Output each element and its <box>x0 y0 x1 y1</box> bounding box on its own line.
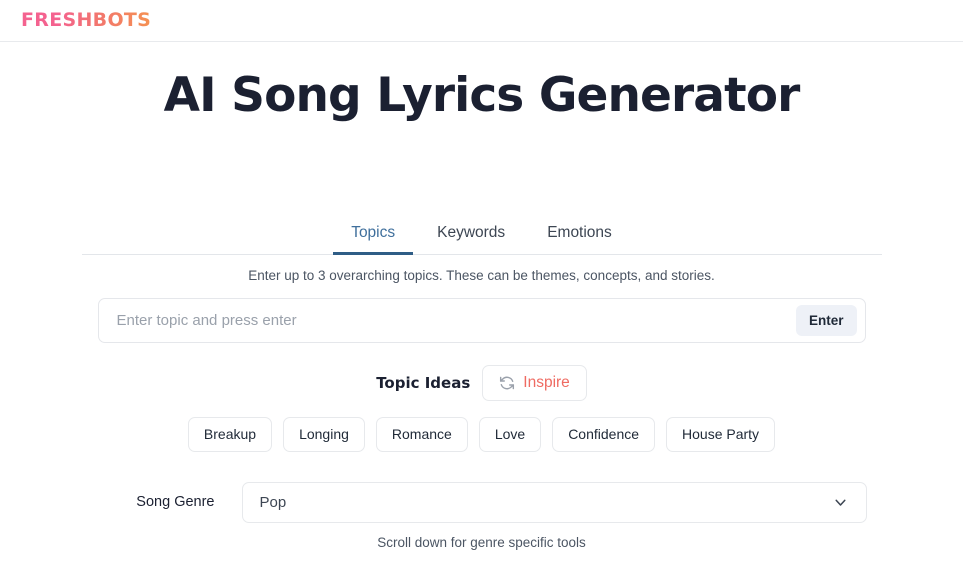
inspire-label: Inspire <box>523 373 570 391</box>
topic-chips-row: Breakup Longing Romance Love Confidence … <box>0 416 963 452</box>
topic-input[interactable] <box>98 298 796 342</box>
topic-ideas-row: Topic Ideas Inspire <box>0 364 963 401</box>
topic-chip-confidence[interactable]: Confidence <box>552 416 656 452</box>
enter-button[interactable]: Enter <box>795 304 857 336</box>
song-genre-label: Song Genre <box>136 494 215 511</box>
tab-bar: Topics Keywords Emotions <box>81 215 882 255</box>
freshbots-logo[interactable]: FRESHBOTS <box>21 11 151 30</box>
song-genre-value: Pop <box>259 493 287 511</box>
topic-chip-love[interactable]: Love <box>478 416 542 452</box>
tab-emotions[interactable]: Emotions <box>529 215 630 254</box>
topics-helper-text: Enter up to 3 overarching topics. These … <box>248 267 715 283</box>
topic-input-row: Enter <box>97 297 866 343</box>
refresh-icon <box>499 375 515 391</box>
page-title: AI Song Lyrics Generator <box>163 68 801 123</box>
song-genre-row: Song Genre Pop <box>0 481 963 523</box>
tab-topics[interactable]: Topics <box>333 215 414 255</box>
topic-chip-longing[interactable]: Longing <box>283 416 365 452</box>
topic-chip-romance[interactable]: Romance <box>375 416 468 452</box>
topic-chip-breakup[interactable]: Breakup <box>187 416 273 452</box>
song-genre-select[interactable]: Pop <box>241 481 867 523</box>
inspire-button[interactable]: Inspire <box>482 364 587 401</box>
chevron-down-icon <box>832 494 849 511</box>
tab-keywords[interactable]: Keywords <box>419 215 523 254</box>
topic-chip-house-party[interactable]: House Party <box>666 416 776 452</box>
genre-footnote: Scroll down for genre specific tools <box>377 534 586 550</box>
site-header: FRESHBOTS <box>0 0 963 42</box>
topic-ideas-label: Topic Ideas <box>376 373 471 392</box>
